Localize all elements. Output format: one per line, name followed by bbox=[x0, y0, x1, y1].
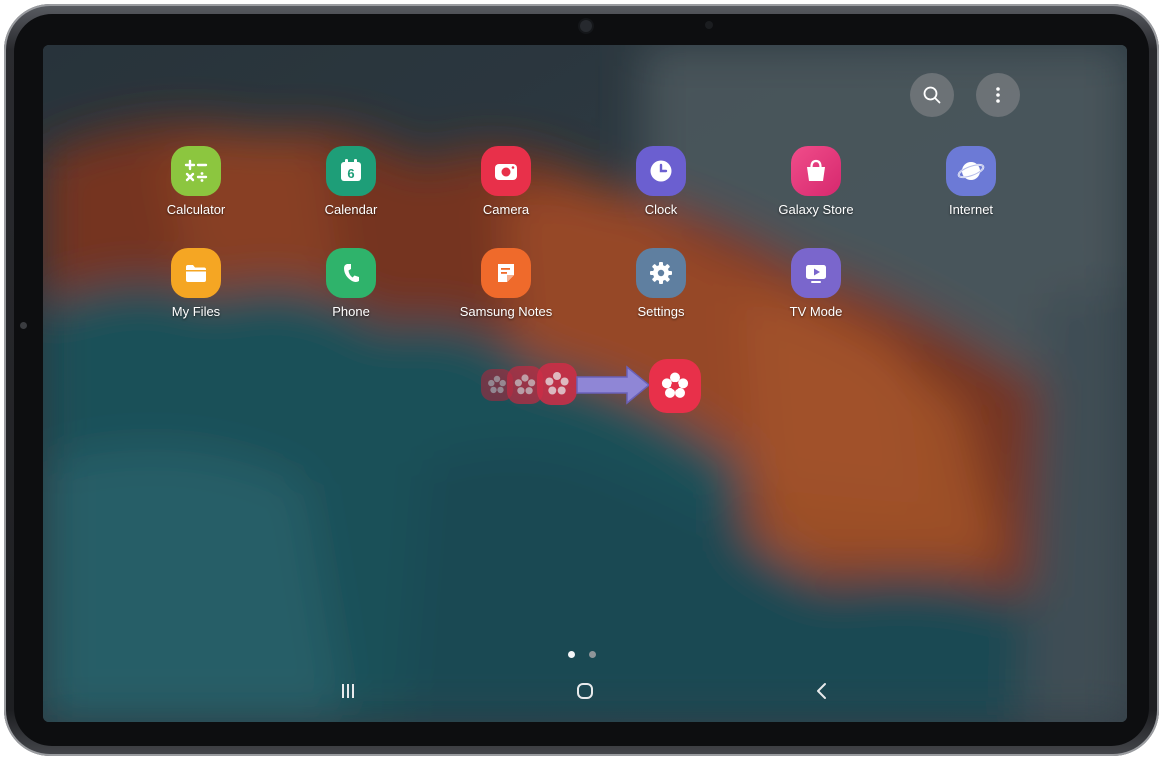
bixby-flower-icon bbox=[649, 359, 701, 413]
back-button[interactable] bbox=[802, 676, 842, 706]
home-icon bbox=[577, 683, 593, 699]
app-label: TV Mode bbox=[789, 304, 843, 319]
drag-arrow bbox=[576, 365, 651, 405]
app-label: Settings bbox=[637, 304, 685, 319]
clock-icon bbox=[636, 146, 686, 196]
notes-icon bbox=[481, 248, 531, 298]
recents-button[interactable] bbox=[328, 676, 368, 706]
page-dot-1[interactable] bbox=[568, 651, 575, 658]
app-my-files[interactable]: My Files bbox=[136, 248, 256, 319]
galaxy-store-icon bbox=[791, 146, 841, 196]
app-label: Samsung Notes bbox=[459, 304, 553, 319]
search-button[interactable] bbox=[910, 73, 954, 117]
drag-to-add-hint bbox=[481, 355, 701, 417]
app-label: My Files bbox=[171, 304, 221, 319]
app-phone[interactable]: Phone bbox=[291, 248, 411, 319]
page-indicator bbox=[568, 651, 596, 658]
front-camera bbox=[580, 20, 592, 32]
internet-icon bbox=[946, 146, 996, 196]
app-label: Calendar bbox=[324, 202, 378, 217]
camera-icon bbox=[481, 146, 531, 196]
calendar-icon: 6 bbox=[326, 146, 376, 196]
home-screen: Calculator 6 Calendar Camera Clock Galax… bbox=[43, 45, 1127, 722]
app-calculator[interactable]: Calculator bbox=[136, 146, 256, 217]
calendar-date: 6 bbox=[347, 166, 354, 181]
app-label: Galaxy Store bbox=[778, 202, 854, 217]
side-sensor bbox=[20, 322, 27, 329]
home-button[interactable] bbox=[565, 676, 605, 706]
back-icon bbox=[817, 683, 826, 699]
app-galaxy-store[interactable]: Galaxy Store bbox=[756, 146, 876, 217]
app-tv-mode[interactable]: TV Mode bbox=[756, 248, 876, 319]
light-sensor bbox=[705, 21, 713, 29]
tv-icon bbox=[791, 248, 841, 298]
folder-icon bbox=[171, 248, 221, 298]
navigation-bar bbox=[43, 662, 1127, 722]
app-settings[interactable]: Settings bbox=[601, 248, 721, 319]
recents-icon bbox=[342, 684, 354, 698]
search-icon bbox=[923, 86, 941, 104]
app-label: Camera bbox=[482, 202, 530, 217]
calculator-icon bbox=[171, 146, 221, 196]
phone-icon bbox=[326, 248, 376, 298]
settings-icon bbox=[636, 248, 686, 298]
bixby-flower-icon-trail-3 bbox=[537, 363, 577, 405]
app-label: Clock bbox=[644, 202, 678, 217]
app-label: Calculator bbox=[166, 202, 226, 217]
more-vertical-icon bbox=[996, 87, 1000, 103]
app-internet[interactable]: Internet bbox=[911, 146, 1031, 217]
app-clock[interactable]: Clock bbox=[601, 146, 721, 217]
app-calendar[interactable]: 6 Calendar bbox=[291, 146, 411, 217]
app-samsung-notes[interactable]: Samsung Notes bbox=[446, 248, 566, 319]
app-label: Phone bbox=[332, 304, 370, 319]
app-label: Internet bbox=[948, 202, 994, 217]
page-dot-2[interactable] bbox=[589, 651, 596, 658]
app-camera[interactable]: Camera bbox=[446, 146, 566, 217]
more-options-button[interactable] bbox=[976, 73, 1020, 117]
